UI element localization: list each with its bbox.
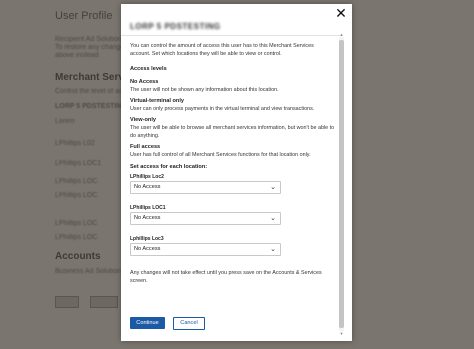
modal-body: You can control the amount of access thi… [130, 42, 335, 285]
level-name: Full access [130, 144, 161, 150]
title-divider [121, 35, 341, 36]
bg-save-button [55, 296, 79, 308]
bg-row: LPhillips LOC [55, 178, 98, 185]
location-label: Lphillips Loc3 [130, 236, 164, 242]
level-desc: User can only process payments in the vi… [130, 106, 315, 112]
continue-button[interactable]: Continue [130, 317, 165, 329]
access-modal: ✕ LORP 5 PDSTESTING ▲ ▼ You can control … [121, 4, 352, 341]
select-value: No Access [134, 246, 161, 252]
select-value: No Access [134, 184, 161, 190]
bg-cancel-button [90, 296, 118, 308]
bg-row: Lorem [55, 118, 75, 125]
bg-intro-line: above instead [55, 52, 99, 59]
scroll-down-arrow-icon[interactable]: ▼ [339, 331, 344, 336]
bg-intro-line: Recipient Ad Solution [55, 36, 122, 43]
bg-merchant-name: LORP 5 PDSTESTING [55, 103, 127, 110]
bg-intro-line: To restore any change [55, 44, 125, 51]
level-desc: The user will be able to browse all merc… [130, 125, 335, 139]
level-desc: User has full control of all Merchant Se… [130, 152, 311, 158]
location-label: LPhillips Loc2 [130, 174, 164, 180]
level-name: Virtual-terminal only [130, 98, 184, 104]
bg-accounts-heading: Accounts [55, 251, 101, 262]
modal-title: LORP 5 PDSTESTING [130, 22, 221, 31]
bg-page-title: User Profile [55, 10, 113, 22]
set-access-heading: Set access for each location: [130, 164, 208, 170]
location-label: LPhillips LOC1 [130, 205, 166, 211]
access-levels-heading: Access levels [130, 66, 167, 72]
bg-row: LPhillips LOC1 [55, 160, 102, 167]
intro-text: You can control the amount of access thi… [130, 43, 314, 57]
select-value: No Access [134, 215, 161, 221]
level-name: View-only [130, 117, 157, 123]
chevron-down-icon: ⌄ [270, 246, 276, 253]
location-access-select[interactable]: No Access ⌄ [130, 212, 281, 225]
close-icon[interactable]: ✕ [335, 6, 347, 20]
level-name: No Access [130, 79, 159, 85]
bg-row: LPhillips L02 [55, 140, 95, 147]
location-access-select[interactable]: No Access ⌄ [130, 243, 281, 256]
cancel-button[interactable]: Cancel [173, 317, 205, 330]
chevron-down-icon: ⌄ [270, 215, 276, 222]
bg-row: LPhillips LOC [55, 220, 98, 227]
scrollbar-thumb[interactable] [339, 40, 344, 328]
location-access-select[interactable]: No Access ⌄ [130, 181, 281, 194]
bg-row: LPhillips LOC [55, 192, 98, 199]
level-desc: The user will not be shown any informati… [130, 87, 279, 93]
chevron-down-icon: ⌄ [270, 184, 276, 191]
footer-note: Any changes will not take effect until y… [130, 270, 322, 284]
bg-accounts-text: Business Ad Solutions [55, 268, 125, 275]
bg-row: LPhillips LOC [55, 234, 98, 241]
